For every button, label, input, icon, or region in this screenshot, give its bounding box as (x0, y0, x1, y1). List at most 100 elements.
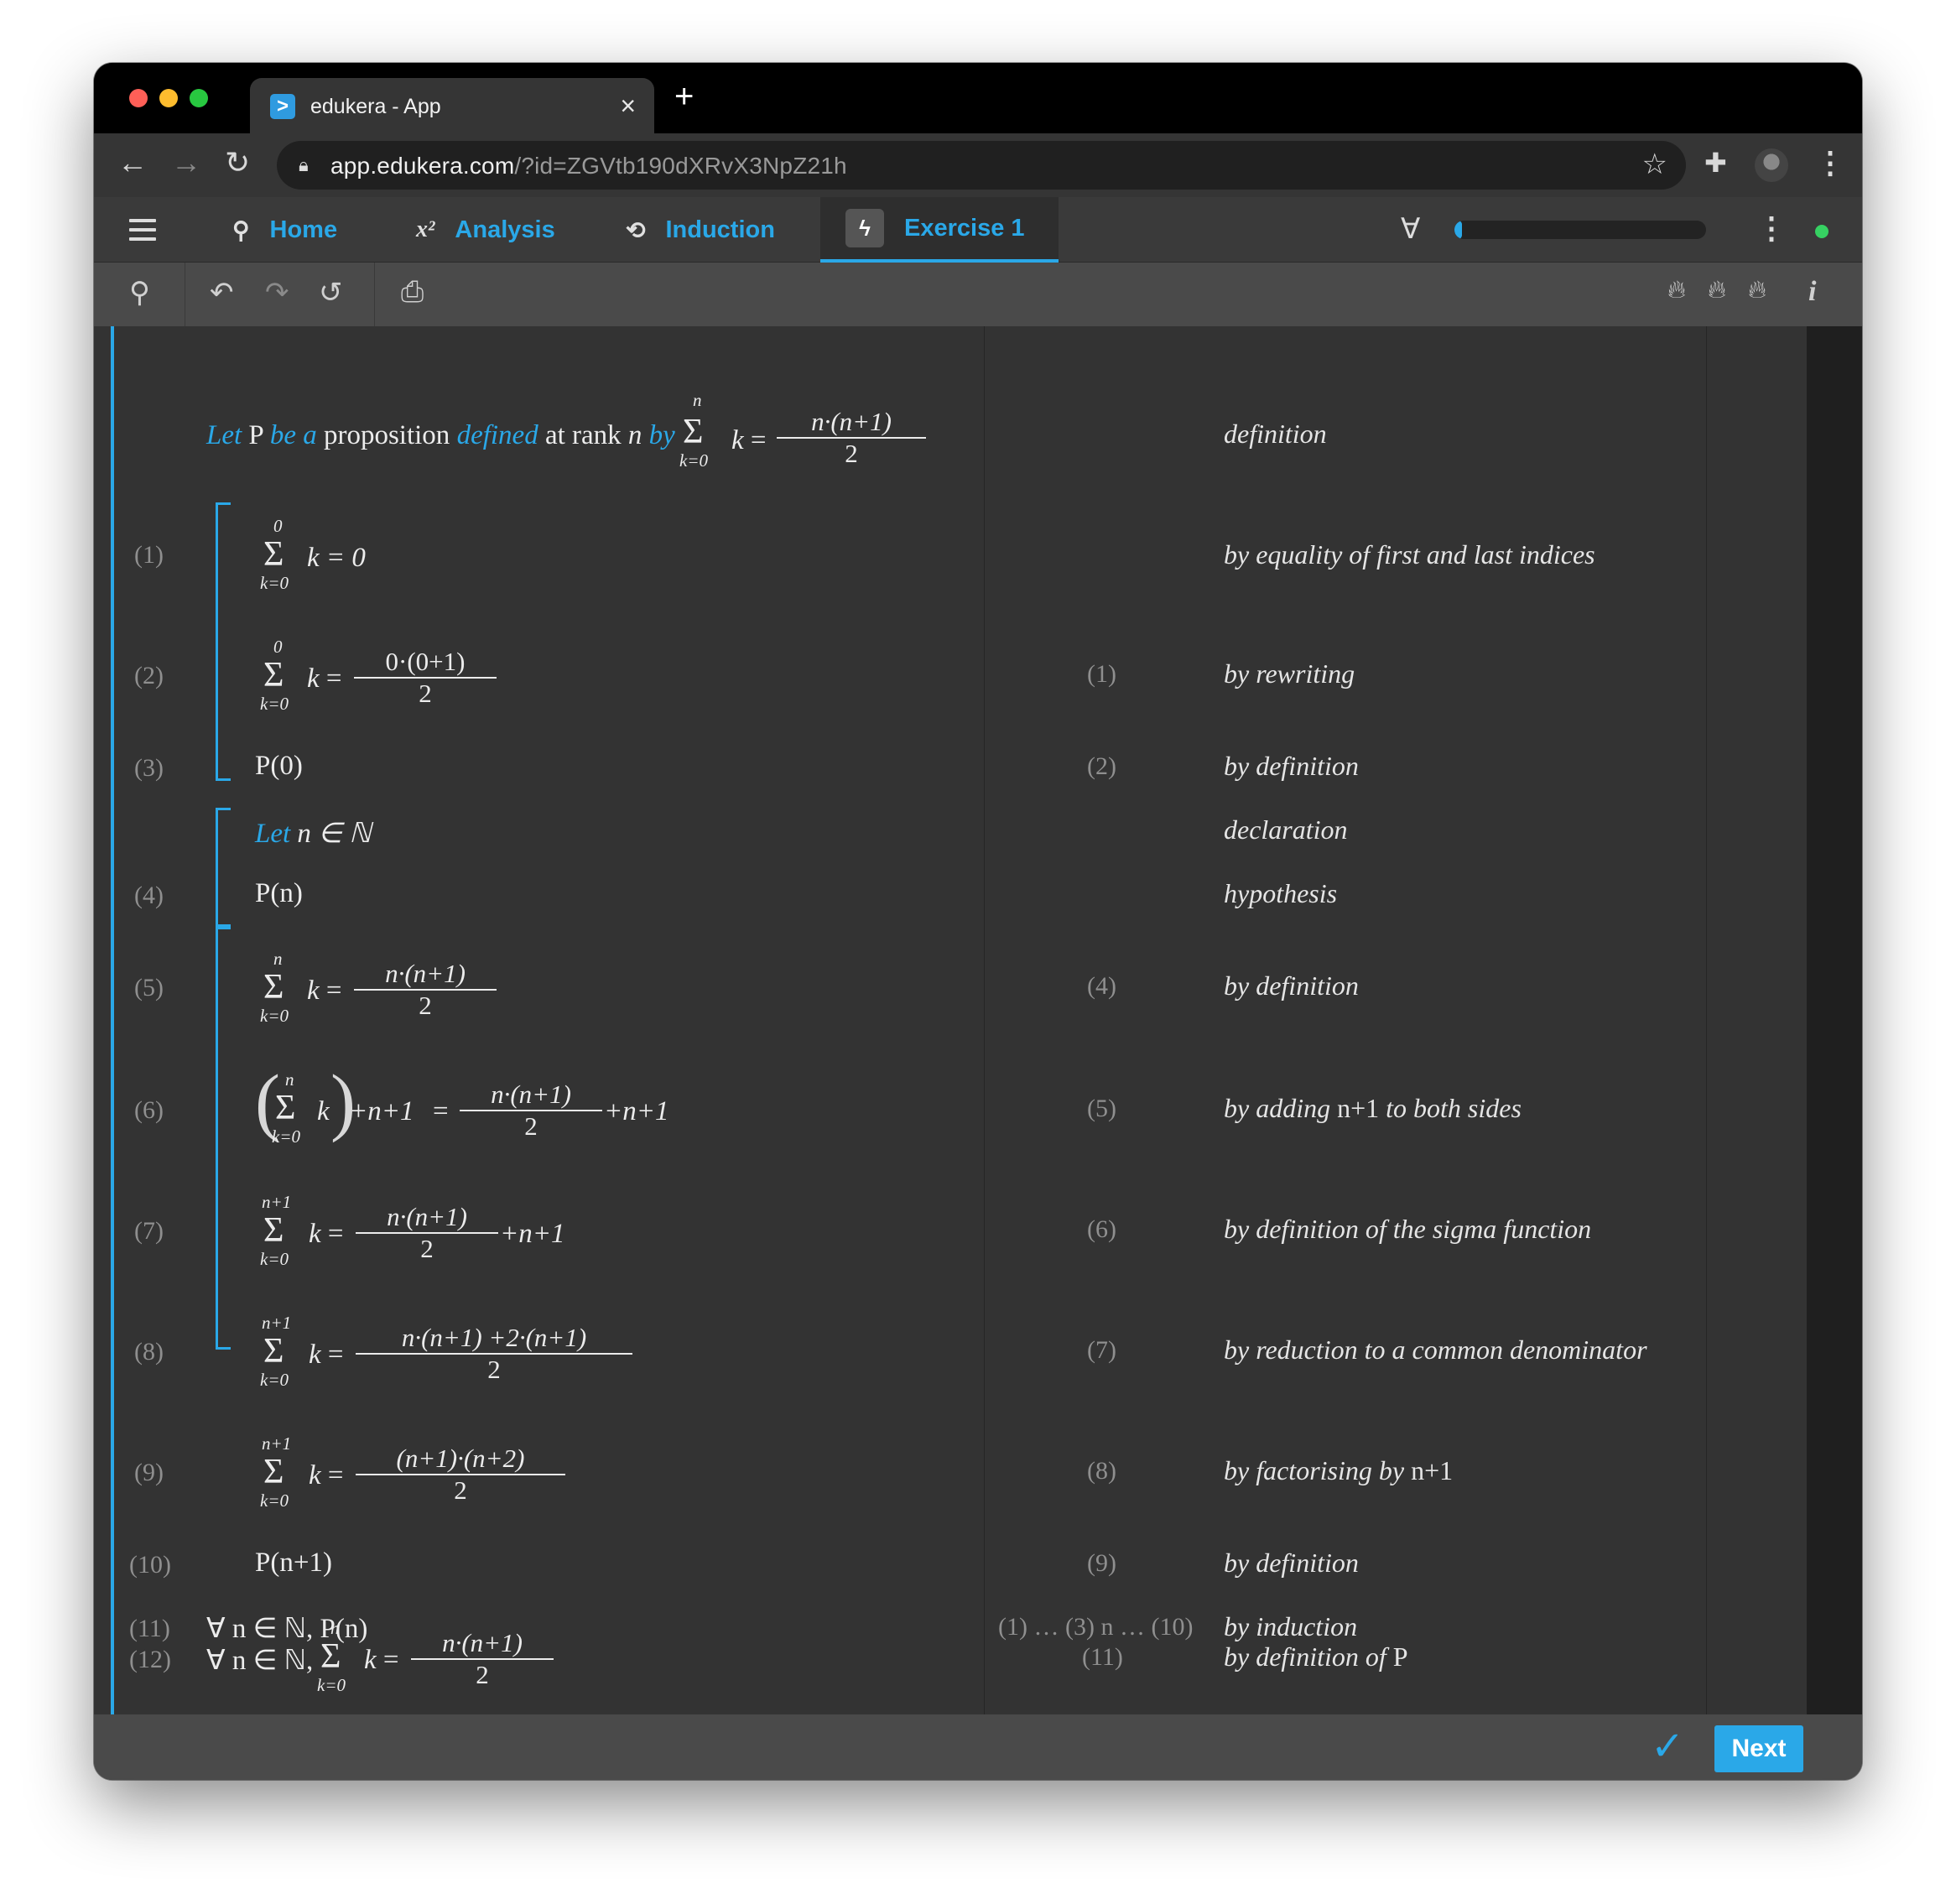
hamburger-menu-icon[interactable] (129, 219, 156, 241)
step-2-justification: by rewriting (1224, 658, 1355, 689)
step-7-reference: (6) (1087, 1215, 1116, 1243)
scrollbar[interactable] (1807, 326, 1862, 1714)
step-label: (8) (134, 1338, 164, 1366)
redo-icon[interactable]: ↷ (265, 276, 289, 310)
proof-left-bar (111, 326, 114, 1714)
step-11-justification: by induction (1224, 1611, 1358, 1641)
step-5-justification: by definition (1224, 970, 1359, 1001)
step-9-fraction: (n+1)·(n+2) 2 (356, 1444, 565, 1506)
url-text: app.edukera.com/?id=ZGVtb190dXRvX3NpZ21h (330, 153, 847, 179)
nav-analysis[interactable]: x² Analysis (416, 197, 555, 263)
step-8-k-eq: k = (309, 1340, 344, 1370)
step-2-fraction: 0·(0+1) 2 (354, 647, 497, 709)
lightning-icon: ϟ (845, 209, 884, 247)
step-3-justification: by definition (1224, 751, 1359, 781)
browser-menu-icon[interactable]: ⋮ (1815, 145, 1845, 180)
step-label: (5) (134, 974, 164, 1001)
step-label: (11) (129, 1615, 170, 1642)
tab-title: edukera - App (310, 95, 441, 118)
edukera-favicon-icon: > (270, 94, 295, 119)
exercise-progress (1454, 221, 1706, 239)
step-6-eq: = (433, 1096, 449, 1126)
app-navbar: ⚲ Home x² Analysis ⟲ Induction ϟ Exercis… (94, 197, 1862, 263)
step-3-expr: P(0) (255, 751, 303, 781)
step-9-justification: by factorising by n+1 (1224, 1455, 1454, 1485)
minimize-window-button[interactable] (159, 89, 178, 107)
x-squared-icon: x² (416, 216, 435, 242)
intro-fraction: n·(n+1) 2 (777, 407, 926, 469)
step-5-reference: (4) (1087, 972, 1116, 1000)
step-label: (6) (134, 1096, 164, 1124)
step-10-justification: by definition (1224, 1548, 1359, 1578)
checkmark-icon[interactable]: ✓ (1651, 1723, 1684, 1770)
nav-home[interactable]: ⚲ Home (232, 197, 337, 263)
nav-analysis-label: Analysis (455, 216, 555, 243)
step-6-justification: by adding n+1 to both sides (1224, 1093, 1522, 1123)
next-button[interactable]: Next (1714, 1725, 1803, 1772)
back-icon[interactable]: ← (117, 145, 148, 180)
info-icon[interactable]: i (1808, 276, 1816, 308)
step-label: (1) (134, 541, 164, 569)
forward-icon[interactable]: → (171, 145, 201, 180)
step-label: (7) (134, 1217, 164, 1245)
nav-induction[interactable]: ⟲ Induction (626, 197, 775, 263)
undo-icon[interactable]: ↶ (210, 276, 234, 310)
intro-justification: definition (1224, 419, 1327, 449)
hint-flame-icon-1[interactable]: 🔥︎ (1667, 276, 1686, 304)
lock-icon: 🔒︎ (299, 154, 309, 175)
nav-home-label: Home (269, 216, 338, 243)
maximize-window-button[interactable] (190, 89, 208, 107)
search-icon[interactable]: ⚲ (129, 276, 150, 310)
step-9-reference: (8) (1087, 1457, 1116, 1485)
step-1-expr: k = 0 (307, 543, 366, 573)
proof-area: Let P be a proposition defined at rank n… (94, 326, 1862, 1714)
step-label: (10) (129, 1551, 171, 1579)
editor-toolbar: ⚲ ↶ ↷ ↺ ⎙ 🔥︎ 🔥︎ 🔥︎ i (94, 263, 1862, 326)
step-11-reference: (1) … (3) n … (10) (998, 1613, 1194, 1641)
step-2-sum: 0 Σ k=0 (260, 637, 289, 714)
loop-icon: ⟲ (626, 216, 646, 243)
step-8-fraction: n·(n+1) +2·(n+1) 2 (356, 1323, 632, 1385)
address-bar[interactable]: 🔒︎ app.edukera.com/?id=ZGVtb190dXRvX3NpZ… (277, 141, 1686, 190)
step-4-expr: P(n) (255, 878, 303, 908)
step-label: (4) (134, 882, 164, 909)
footer-bar: ✓ Next (94, 1714, 1862, 1780)
forall-icon[interactable]: ∀ (1401, 212, 1420, 246)
step-7-sum: n+1 Σ k=0 (260, 1192, 292, 1269)
step-10-expr: P(n+1) (255, 1548, 332, 1578)
hint-flame-icon-3[interactable]: 🔥︎ (1748, 276, 1766, 304)
step-8-sum: n+1 Σ k=0 (260, 1313, 292, 1390)
step-6-k: k (317, 1096, 330, 1126)
step-1-sum: 0 Σ k=0 (260, 516, 289, 593)
nav-induction-label: Induction (665, 216, 775, 243)
extensions-icon[interactable]: ✚ (1704, 147, 1727, 179)
step-1-justification: by equality of first and last indices (1224, 539, 1595, 570)
restart-icon[interactable]: ↺ (319, 276, 343, 310)
step-6-sum: n Σ k=0 (272, 1069, 300, 1147)
close-tab-icon[interactable]: × (620, 91, 636, 122)
new-tab-icon[interactable]: + (674, 78, 694, 116)
bookmark-star-icon[interactable]: ☆ (1642, 148, 1667, 181)
step-9-k-eq: k = (309, 1460, 344, 1490)
step-7-k-eq: k = (309, 1219, 344, 1249)
step-7-fraction: n·(n+1) 2 (356, 1202, 498, 1264)
close-window-button[interactable] (129, 89, 148, 107)
step-5-fraction: n·(n+1) 2 (354, 959, 497, 1021)
nav-exercise-1[interactable]: ϟ Exercise 1 (820, 197, 1059, 263)
intro-k-eq: k = (731, 425, 767, 455)
step-label: (9) (134, 1459, 164, 1486)
status-indicator (1815, 225, 1829, 238)
hint-flame-icon-2[interactable]: 🔥︎ (1708, 276, 1726, 304)
step-8-justification: by reduction to a common denominator (1224, 1334, 1647, 1365)
step-label: (3) (134, 754, 164, 782)
profile-avatar[interactable] (1755, 148, 1788, 182)
app-menu-icon[interactable]: ⋮ (1756, 211, 1787, 246)
declaration-expr: Let n ∈ ℕ (255, 819, 372, 849)
step-2-k-eq: k = (307, 663, 342, 694)
browser-tab[interactable]: > edukera - App × (250, 78, 654, 133)
print-icon[interactable]: ⎙ (401, 276, 424, 309)
progress-fill (1454, 221, 1462, 239)
reload-icon[interactable]: ↻ (225, 145, 250, 180)
nav-exercise-1-label: Exercise 1 (904, 214, 1025, 242)
step-5-sum: n Σ k=0 (260, 949, 289, 1026)
